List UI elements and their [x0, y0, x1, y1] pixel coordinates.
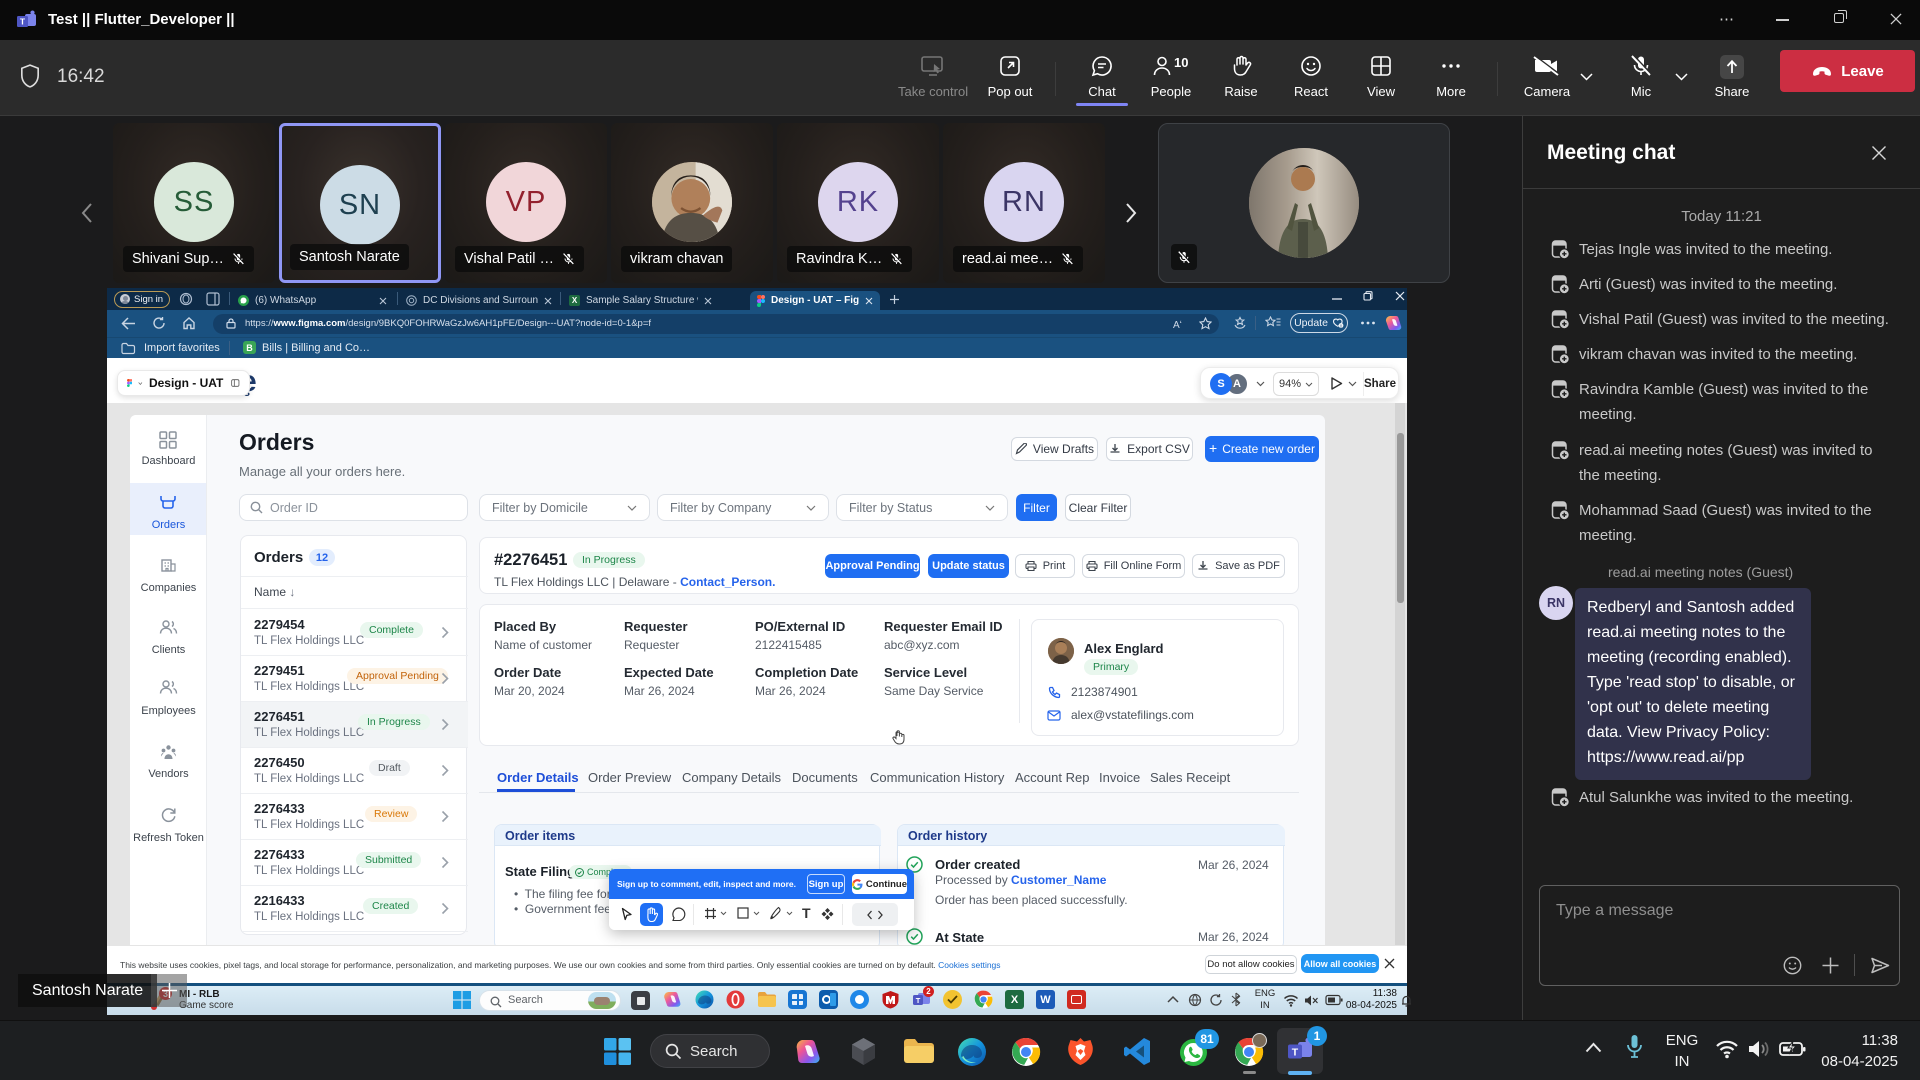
svg-text:T: T	[916, 996, 921, 1005]
svg-text:T: T	[1292, 1047, 1299, 1059]
svg-text:Aʻ: Aʻ	[1173, 319, 1182, 330]
svg-text:T: T	[20, 17, 26, 27]
svg-text:10: 10	[1174, 55, 1188, 70]
